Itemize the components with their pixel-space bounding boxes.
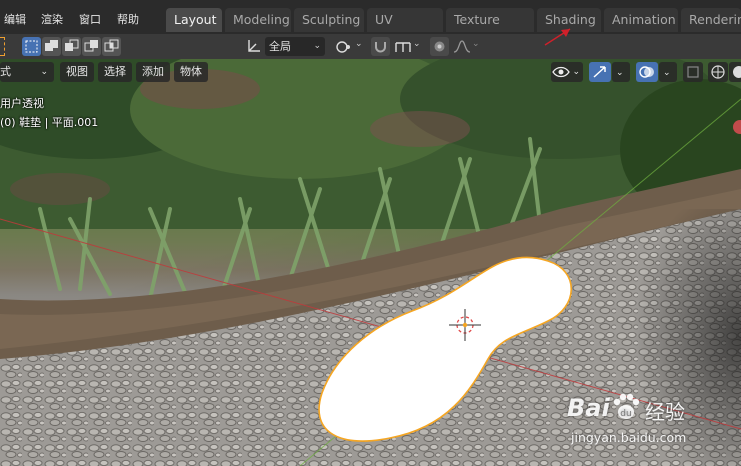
tab-modeling[interactable]: Modeling	[225, 8, 291, 32]
menu-edit[interactable]: 编辑	[4, 11, 26, 27]
solid-shading-button[interactable]	[729, 62, 741, 82]
solid-sphere-icon	[733, 66, 741, 78]
chevron-down-icon: ⌄	[413, 39, 421, 49]
menu-window[interactable]: 窗口	[79, 11, 101, 27]
select-extend-mode-button[interactable]	[42, 37, 61, 56]
pivot-point-dropdown[interactable]: ⌄	[333, 37, 365, 56]
menu-select[interactable]: 选择	[98, 62, 132, 82]
snap-increment-icon	[395, 42, 411, 52]
overlays-dropdown[interactable]: ⌄	[659, 62, 677, 82]
mode-label: 式	[0, 65, 11, 78]
view-name-label: 用户透视	[0, 97, 44, 110]
select-intersect-icon	[104, 39, 119, 52]
proportional-editing-toggle[interactable]	[430, 37, 449, 56]
chevron-down-icon: ⌄	[355, 39, 363, 49]
select-new-icon	[25, 40, 38, 53]
menu-object[interactable]: 物体	[174, 62, 208, 82]
tab-sculpting[interactable]: Sculpting	[294, 8, 364, 32]
tool-header: 全局 ⌄ ⌄ ⌄ ⌄	[0, 34, 741, 59]
paw-icon: du	[613, 393, 640, 419]
tab-animation[interactable]: Animation	[604, 8, 678, 32]
transform-orientation-dropdown[interactable]: 全局 ⌄	[265, 37, 325, 56]
pivot-point-icon	[336, 41, 350, 53]
watermark-brand: Bai	[567, 394, 610, 422]
active-tool-edge	[0, 37, 5, 56]
wireframe-sphere-icon	[711, 65, 725, 79]
chevron-down-icon: ⌄	[663, 68, 671, 78]
eye-icon	[552, 66, 570, 78]
top-bar: 编辑 渲染 窗口 帮助 Layout Modeling Sculpting UV…	[0, 0, 741, 50]
tab-layout[interactable]: Layout	[166, 8, 222, 32]
menu-add[interactable]: 添加	[136, 62, 170, 82]
visibility-dropdown[interactable]: ⌄	[551, 62, 583, 82]
tab-texture-paint[interactable]: Texture Paint	[446, 8, 534, 50]
snap-toggle[interactable]	[371, 37, 390, 56]
select-new-mode-button[interactable]	[22, 37, 41, 56]
select-invert-icon	[84, 40, 98, 52]
gizmo-dropdown[interactable]: ⌄	[612, 62, 630, 82]
menu-render[interactable]: 渲染	[41, 11, 63, 27]
xray-icon	[687, 66, 699, 78]
watermark-brand-suffix: 经验	[645, 400, 685, 424]
overlays-icon	[639, 66, 654, 78]
gizmo-toggle[interactable]	[589, 62, 611, 82]
transform-orientation-value: 全局	[269, 40, 291, 53]
overlays-toggle[interactable]	[636, 62, 658, 82]
chevron-down-icon: ⌄	[472, 39, 480, 49]
navigation-gizmo-x-icon[interactable]	[733, 120, 741, 134]
select-intersect-mode-button[interactable]	[102, 37, 121, 56]
active-object-info: (0) 鞋垫 | 平面.001	[0, 116, 99, 129]
menu-help[interactable]: 帮助	[117, 11, 139, 27]
transform-orientation-icon	[244, 37, 263, 56]
tab-rendering[interactable]: Renderin	[681, 8, 741, 32]
mode-dropdown[interactable]: 式 ⌄	[0, 62, 54, 82]
select-subtract-mode-button[interactable]	[62, 37, 81, 56]
wireframe-shading-button[interactable]	[708, 62, 728, 82]
viewport-header: 式 ⌄ 视图 选择 添加 物体 ⌄ ⌄ ⌄	[0, 59, 741, 85]
select-extend-icon	[45, 40, 58, 51]
chevron-down-icon: ⌄	[572, 67, 580, 77]
chevron-down-icon: ⌄	[313, 41, 321, 51]
menu-view[interactable]: 视图	[60, 62, 94, 82]
magnet-icon	[375, 42, 386, 53]
tab-uv-editing[interactable]: UV Editing	[367, 8, 443, 50]
watermark-url: jingyan.baidu.com	[571, 430, 687, 445]
chevron-down-icon: ⌄	[40, 67, 48, 77]
svg-text:du: du	[620, 409, 631, 419]
chevron-down-icon: ⌄	[616, 68, 624, 78]
gizmo-icon	[593, 66, 606, 78]
proportional-falloff-dropdown[interactable]: ⌄	[452, 37, 482, 56]
tab-shading[interactable]: Shading	[537, 8, 601, 32]
select-invert-mode-button[interactable]	[82, 37, 101, 56]
xray-toggle[interactable]	[683, 62, 703, 82]
select-subtract-icon	[65, 39, 79, 51]
snap-target-dropdown[interactable]: ⌄	[393, 37, 423, 56]
baidu-watermark: Bai du 经验 jingyan.baidu.com	[565, 390, 741, 460]
proportional-editing-icon	[434, 41, 445, 52]
falloff-curve-icon	[453, 40, 471, 53]
